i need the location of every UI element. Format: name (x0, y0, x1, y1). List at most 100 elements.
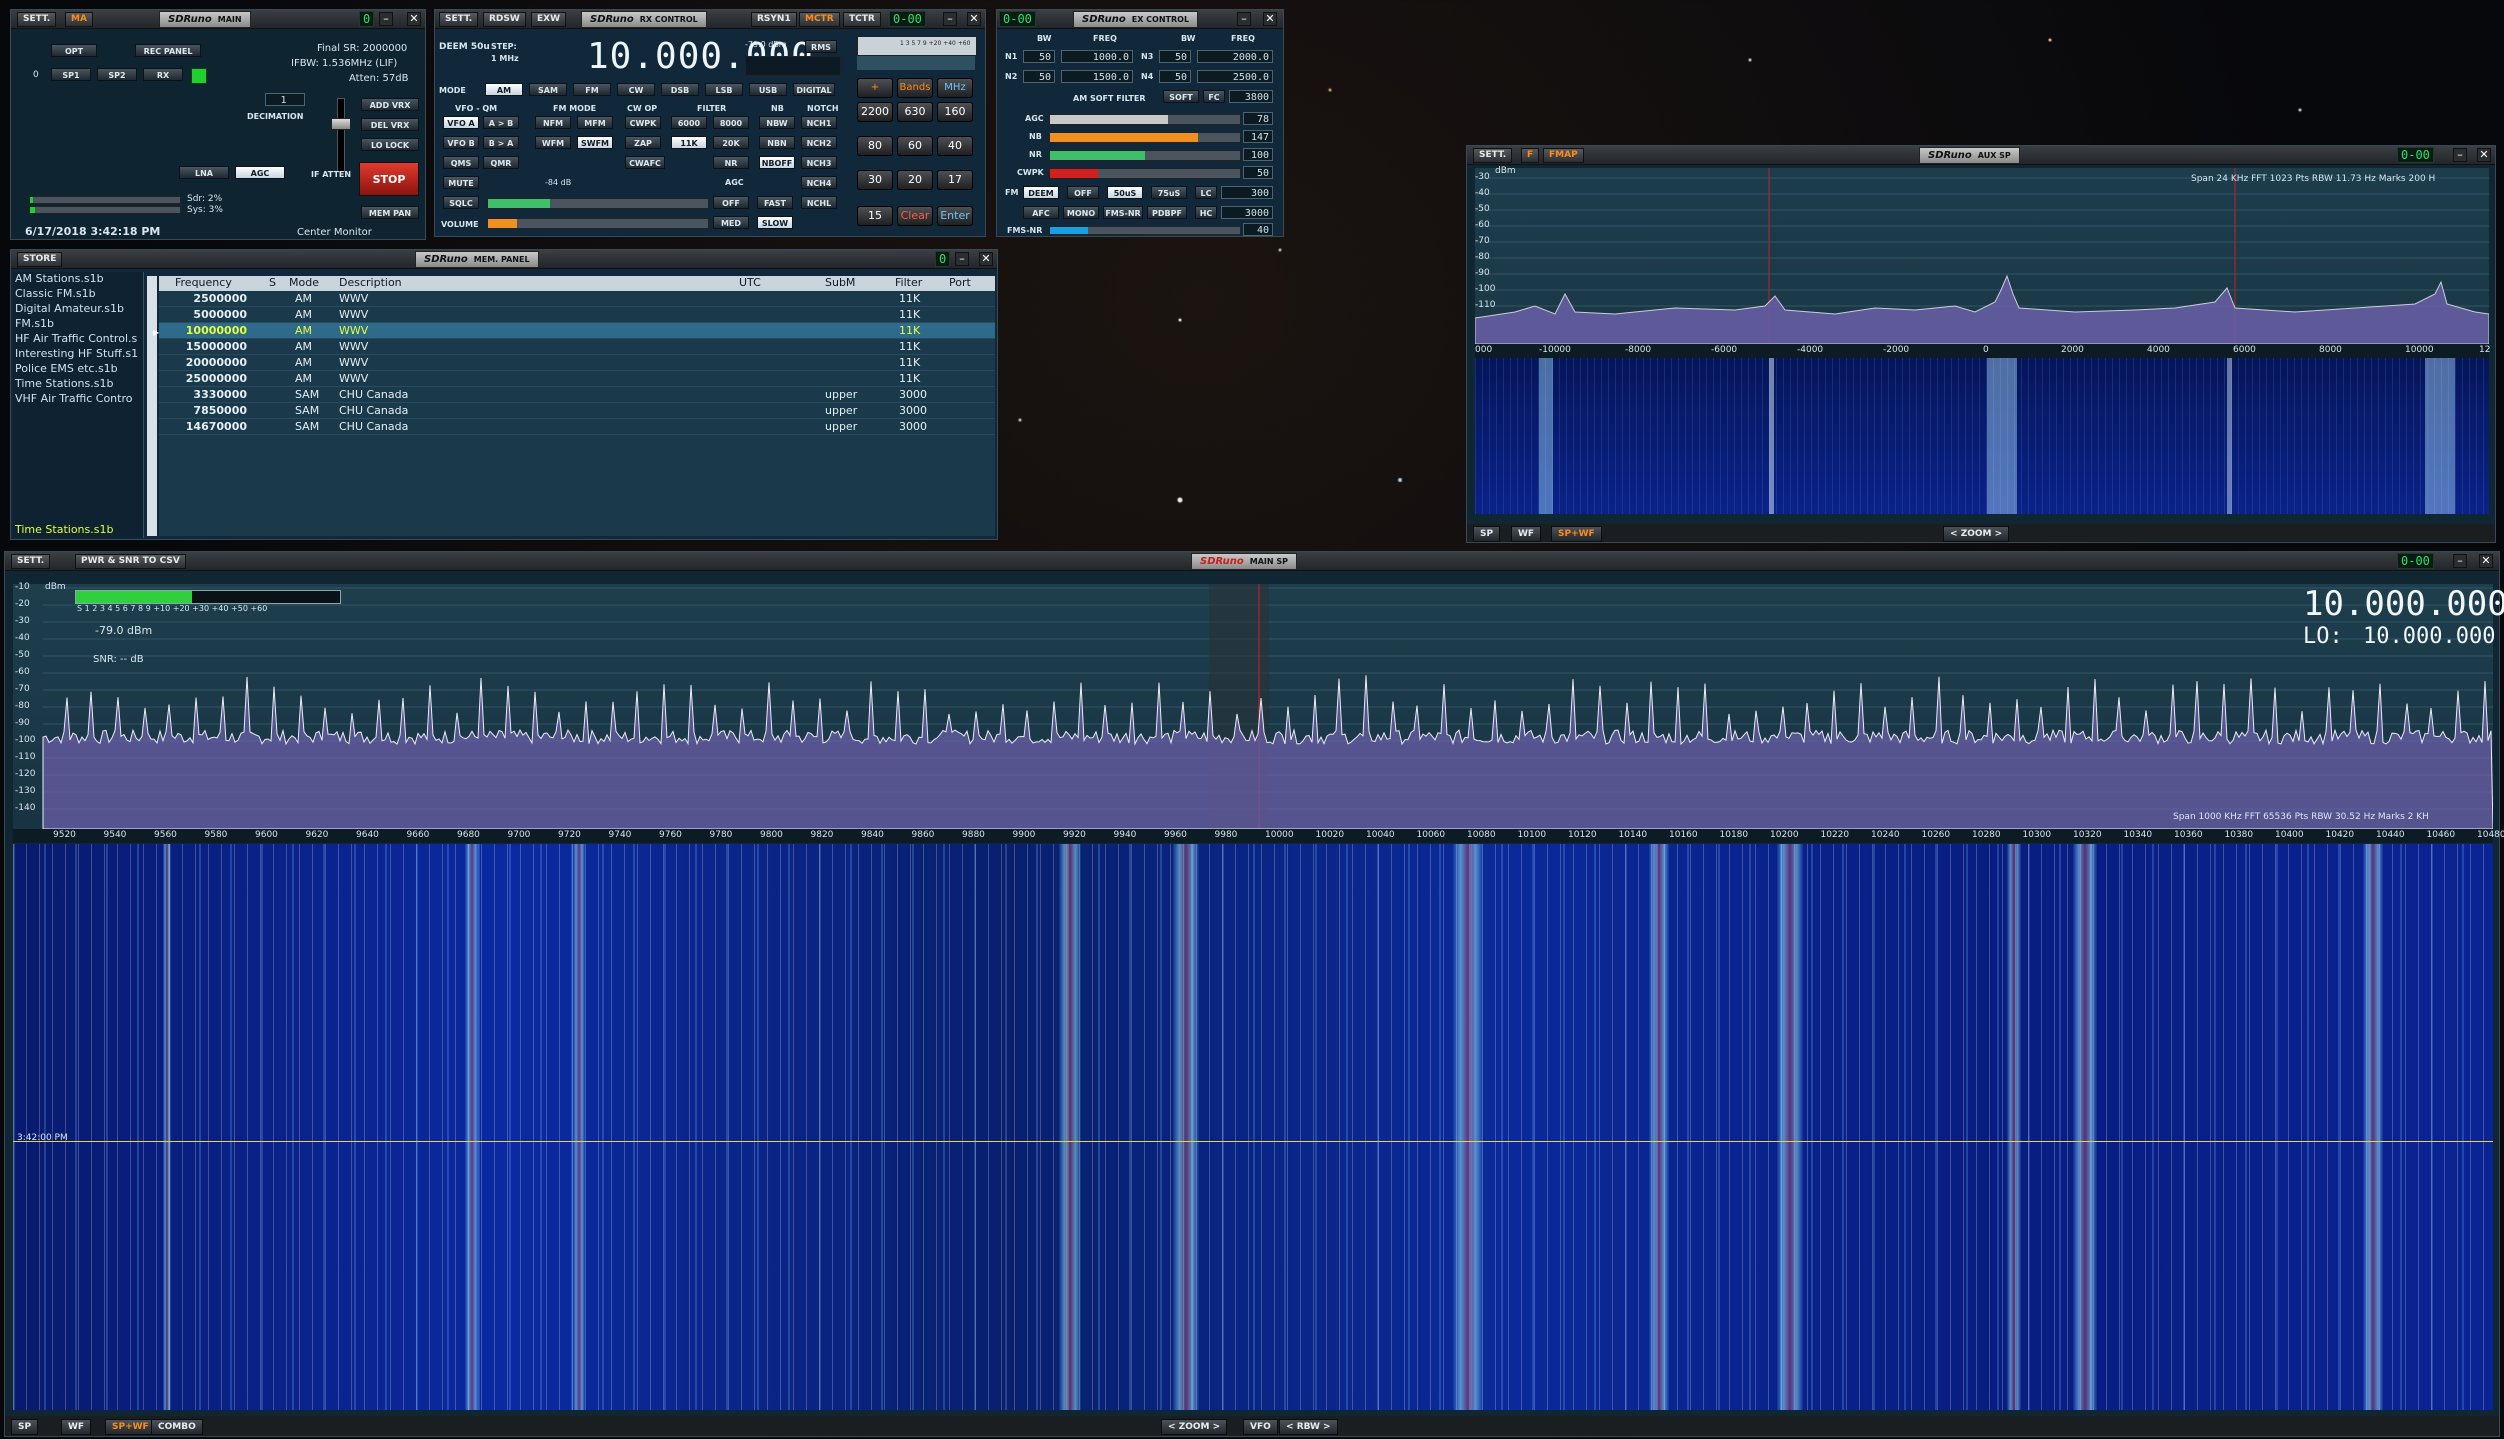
mode-digital-button[interactable]: DIGITAL (793, 83, 835, 96)
lc-button[interactable]: LC (1195, 186, 1217, 199)
table-row[interactable]: 3330000 SAM CHU Canada upper 3000 (159, 387, 995, 403)
key-17[interactable]: 17 (937, 170, 973, 190)
nbn-button[interactable]: NBN (759, 136, 795, 149)
deem-off-button[interactable]: OFF (1067, 186, 1099, 199)
filter-20k-button[interactable]: 20K (713, 136, 749, 149)
mode-cw-button[interactable]: CW (617, 83, 655, 96)
key-80[interactable]: 80 (857, 136, 893, 156)
col-frequency[interactable]: Frequency (175, 276, 232, 289)
decimation-field[interactable]: 1 (265, 93, 305, 106)
mute-button[interactable]: MUTE (443, 176, 479, 189)
cwafc-button[interactable]: CWAFC (625, 156, 665, 169)
n1-freq[interactable]: 1000.0 (1061, 50, 1133, 63)
memory-file-list[interactable]: AM Stations.s1b Classic FM.s1b Digital A… (13, 272, 144, 538)
clear-button[interactable]: Clear (897, 206, 933, 226)
file-item[interactable]: Classic FM.s1b (13, 287, 143, 302)
key-160[interactable]: 160 (937, 102, 973, 122)
rbw-control[interactable]: < RBW > (1279, 1419, 1338, 1435)
main-combo-button[interactable]: COMBO (151, 1419, 203, 1435)
deem-75us-button[interactable]: 75uS (1151, 186, 1187, 199)
aux-f-button[interactable]: F (1521, 148, 1540, 163)
vfo-a-button[interactable]: VFO A (443, 116, 479, 129)
soft-button[interactable]: SOFT (1163, 90, 1199, 103)
main-spectrum-plot[interactable]: dBm -10 -20 -30 -40 -50 -60 -70 -80 -90 … (13, 582, 2504, 829)
n3-bw[interactable]: 50 (1159, 50, 1191, 63)
exw-button[interactable]: EXW (531, 12, 567, 27)
bands-button[interactable]: Bands (897, 78, 933, 98)
key-15[interactable]: 15 (857, 206, 893, 226)
lna-button[interactable]: LNA (179, 166, 229, 179)
cwpk-slider[interactable] (1049, 168, 1241, 179)
nch1-button[interactable]: NCH1 (801, 116, 837, 129)
main-sp-minimize-icon[interactable]: – (2453, 554, 2467, 568)
mode-dsb-button[interactable]: DSB (661, 83, 699, 96)
fms-nr-slider[interactable] (1049, 226, 1241, 235)
tuning-strip[interactable] (857, 56, 975, 70)
aux-wf-button[interactable]: WF (1511, 526, 1542, 542)
nfm-button[interactable]: NFM (535, 116, 571, 129)
close-icon[interactable]: ✕ (407, 12, 421, 26)
main-wf-button[interactable]: WF (61, 1419, 92, 1435)
pwr-csv-button[interactable]: PWR & SNR TO CSV (75, 554, 186, 569)
file-item[interactable]: VHF Air Traffic Contro (13, 392, 143, 407)
file-item[interactable]: Interesting HF Stuff.s1 (13, 347, 143, 362)
mode-am-button[interactable]: AM (485, 83, 523, 96)
table-row[interactable]: 7850000 SAM CHU Canada upper 3000 (159, 403, 995, 419)
n1-bw[interactable]: 50 (1023, 50, 1055, 63)
col-mode[interactable]: Mode (289, 276, 319, 289)
mem-pan-button[interactable]: MEM PAN (361, 206, 419, 219)
fms-nr-button[interactable]: FMS-NR (1103, 206, 1143, 219)
nch3-button[interactable]: NCH3 (801, 156, 837, 169)
col-port[interactable]: Port (949, 276, 971, 289)
if-atten-slider-track[interactable] (337, 98, 345, 172)
main-sp-close-icon[interactable]: ✕ (2479, 554, 2493, 568)
table-row[interactable]: 10000000 AM WWV 11K (159, 323, 995, 339)
rx-close-icon[interactable]: ✕ (967, 12, 981, 26)
key-630[interactable]: 630 (897, 102, 933, 122)
filter-8000-button[interactable]: 8000 (713, 116, 749, 129)
aux-minimize-icon[interactable]: – (2453, 148, 2467, 162)
col-s[interactable]: S (269, 276, 276, 289)
nb-slider[interactable] (1049, 132, 1241, 143)
main-frequency-display[interactable]: 10.000.000 (2303, 584, 2504, 624)
zap-button[interactable]: ZAP (625, 136, 661, 149)
aux-close-icon[interactable]: ✕ (2477, 148, 2491, 162)
mode-fm-button[interactable]: FM (573, 83, 611, 96)
key-30[interactable]: 30 (857, 170, 893, 190)
agc-slow-button[interactable]: SLOW (757, 216, 793, 229)
tctr-button[interactable]: TCTR (843, 12, 881, 27)
mfm-button[interactable]: MFM (577, 116, 613, 129)
enter-button[interactable]: Enter (937, 206, 973, 226)
nr-button[interactable]: NR (713, 156, 749, 169)
main-sp-button[interactable]: SP (11, 1419, 39, 1435)
table-row[interactable]: 2500000 AM WWV 11K (159, 291, 995, 307)
fc-value[interactable]: 3800 (1229, 90, 1273, 103)
table-row[interactable]: 5000000 AM WWV 11K (159, 307, 995, 323)
n2-bw[interactable]: 50 (1023, 70, 1055, 83)
sp1-button[interactable]: SP1 (51, 68, 91, 81)
vfo-button[interactable]: VFO (1243, 1419, 1278, 1435)
rec-panel-button[interactable]: REC PANEL (135, 44, 201, 57)
qms-button[interactable]: QMS (443, 156, 479, 169)
agc-slider[interactable] (1049, 114, 1241, 125)
mem-minimize-icon[interactable]: – (955, 252, 969, 266)
aux-zoom-control[interactable]: < ZOOM > (1943, 526, 2010, 542)
key-60[interactable]: 60 (897, 136, 933, 156)
deem-50us-button[interactable]: 50uS (1107, 186, 1143, 199)
col-utc[interactable]: UTC (739, 276, 761, 289)
file-item[interactable]: Digital Amateur.s1b (13, 302, 143, 317)
mode-sam-button[interactable]: SAM (529, 83, 567, 96)
file-item[interactable]: Police EMS etc.s1b (13, 362, 143, 377)
settings-button[interactable]: SETT. (17, 12, 57, 27)
file-item[interactable]: FM.s1b (13, 317, 143, 332)
a-to-b-button[interactable]: A > B (483, 116, 519, 129)
aux-sp-button[interactable]: SP (1473, 526, 1501, 542)
mhz-button[interactable]: MHz (937, 78, 973, 98)
store-button[interactable]: STORE (17, 252, 63, 267)
mode-lsb-button[interactable]: LSB (705, 83, 743, 96)
main-spwf-button[interactable]: SP+WF (105, 1419, 156, 1435)
n4-freq[interactable]: 2500.0 (1197, 70, 1273, 83)
ex-close-icon[interactable]: ✕ (1263, 12, 1277, 26)
hc-value[interactable]: 3000 (1221, 206, 1273, 219)
table-row[interactable]: 25000000 AM WWV 11K (159, 371, 995, 387)
